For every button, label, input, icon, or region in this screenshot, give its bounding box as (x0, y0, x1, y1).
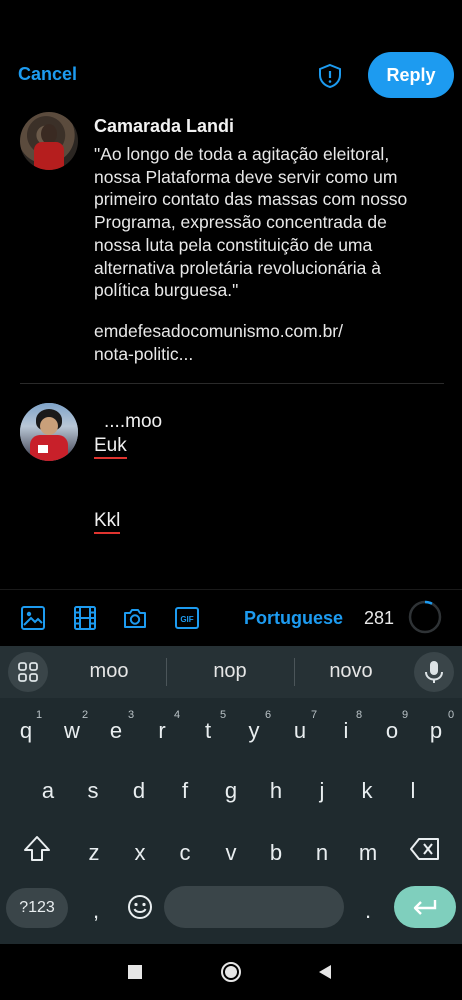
key-f[interactable]: f (165, 778, 205, 804)
key-hint: 8 (355, 709, 363, 721)
microphone-icon (425, 661, 443, 683)
shield-alert-icon[interactable] (316, 62, 344, 90)
key-x[interactable]: x (120, 840, 160, 866)
toolbar-divider (0, 589, 462, 590)
spacebar[interactable] (164, 886, 344, 928)
emoji-icon[interactable] (126, 893, 154, 921)
link-line-2: nota-politic... (94, 343, 194, 364)
suggestion-divider (166, 658, 167, 686)
user-avatar (20, 403, 78, 461)
home-icon[interactable] (220, 961, 242, 983)
suggestion-3[interactable]: novo (296, 660, 406, 683)
keyboard-apps-button[interactable] (8, 652, 48, 692)
cancel-button[interactable]: Cancel (18, 64, 77, 85)
key-t[interactable]: t (188, 718, 228, 744)
language-selector[interactable]: Portuguese (244, 608, 343, 629)
key-a[interactable]: a (28, 778, 68, 804)
key-j[interactable]: j (302, 778, 342, 804)
compose-text-line-2[interactable]: Euk (94, 435, 127, 459)
key-hint: 0 (447, 709, 455, 721)
key-hint: 1 (35, 709, 43, 721)
misspelled-word[interactable]: Kkl (94, 510, 121, 534)
key-i[interactable]: i (326, 718, 366, 744)
video-icon[interactable] (72, 605, 98, 631)
compose-text-line-1[interactable]: ....moo (104, 411, 162, 433)
key-o[interactable]: o (372, 718, 412, 744)
key-hint: 7 (310, 709, 318, 721)
enter-key[interactable] (394, 886, 456, 928)
image-icon[interactable] (20, 605, 46, 631)
enter-icon (413, 900, 437, 915)
reply-button[interactable]: Reply (368, 52, 454, 98)
symbols-key[interactable]: ?123 (6, 888, 68, 928)
gif-icon[interactable]: GIF (174, 605, 200, 631)
key-s[interactable]: s (73, 778, 113, 804)
suggestion-1[interactable]: moo (54, 660, 164, 683)
backspace-icon[interactable] (408, 834, 442, 864)
key-r[interactable]: r (142, 718, 182, 744)
key-b[interactable]: b (256, 840, 296, 866)
link-line-1: emdefesadocomunismo.com.br/ (94, 321, 343, 341)
key-y[interactable]: y (234, 718, 274, 744)
suggestion-2[interactable]: nop (175, 660, 285, 683)
key-m[interactable]: m (348, 840, 388, 866)
key-u[interactable]: u (280, 718, 320, 744)
camera-icon[interactable] (122, 605, 148, 631)
suggestion-divider (294, 658, 295, 686)
progress-ring-icon (408, 600, 442, 634)
key-p[interactable]: p (416, 718, 456, 744)
shift-icon[interactable] (20, 832, 54, 866)
key-h[interactable]: h (256, 778, 296, 804)
compose-text-line-3[interactable]: Kkl (94, 510, 121, 534)
back-icon[interactable] (316, 963, 334, 981)
key-hint: 6 (264, 709, 272, 721)
key-comma[interactable]: , (76, 898, 116, 924)
key-d[interactable]: d (119, 778, 159, 804)
key-c[interactable]: c (165, 840, 205, 866)
character-count: 281 (364, 608, 395, 628)
key-e[interactable]: e (96, 718, 136, 744)
key-z[interactable]: z (74, 840, 114, 866)
author-avatar (20, 112, 78, 170)
key-hint: 9 (401, 709, 409, 721)
misspelled-word[interactable]: Euk (94, 435, 127, 459)
key-l[interactable]: l (393, 778, 433, 804)
divider (20, 383, 444, 384)
key-hint: 2 (81, 709, 89, 721)
key-q[interactable]: q (6, 718, 46, 744)
key-v[interactable]: v (211, 840, 251, 866)
key-k[interactable]: k (347, 778, 387, 804)
grid-icon (18, 662, 38, 682)
voice-input-button[interactable] (414, 652, 454, 692)
key-g[interactable]: g (211, 778, 251, 804)
quoted-author-name: Camarada Landi (94, 116, 235, 136)
recents-icon[interactable] (127, 964, 143, 980)
key-hint: 4 (173, 709, 181, 721)
svg-text:GIF: GIF (180, 615, 193, 624)
key-period[interactable]: . (348, 898, 388, 924)
quoted-post-link[interactable]: emdefesadocomunismo.com.br/ nota-politic… (94, 320, 343, 365)
key-hint: 3 (127, 709, 135, 721)
key-w[interactable]: w (52, 718, 92, 744)
quoted-post-text: "Ao longo de toda a agitação eleitoral, … (94, 144, 408, 301)
key-hint: 5 (219, 709, 227, 721)
key-n[interactable]: n (302, 840, 342, 866)
